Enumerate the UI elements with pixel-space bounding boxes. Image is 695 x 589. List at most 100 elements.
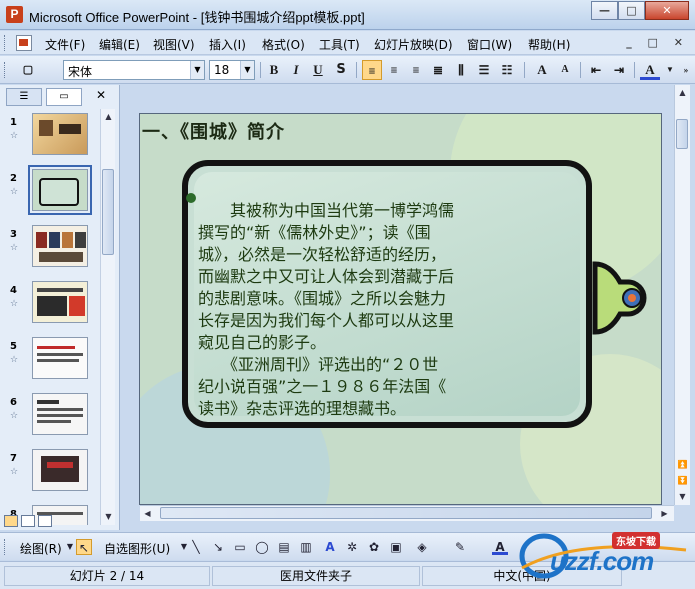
list-item[interactable]: 3 ☆ (4, 225, 98, 280)
increase-indent-icon[interactable]: ⇥ (609, 60, 629, 80)
numbering-icon[interactable]: ☰ (474, 60, 494, 80)
oval-icon[interactable]: ◯ (254, 539, 270, 555)
scroll-thumb[interactable] (102, 169, 114, 255)
line-color-icon[interactable]: ✎ (452, 539, 468, 555)
slide-thumbnail[interactable] (32, 393, 88, 435)
menu-window[interactable]: 窗口(W) (467, 36, 512, 53)
list-item[interactable]: 5 ☆ (4, 337, 98, 392)
picture-icon[interactable]: ▣ (388, 539, 404, 555)
document-icon[interactable] (16, 35, 32, 51)
italic-button[interactable]: I (286, 60, 306, 80)
rectangle-icon[interactable]: ▭ (232, 539, 248, 555)
slide-body-text[interactable]: 其被称为中国当代第一博学鸿儒 撰写的“新《儒林外史》”；读《围 城》，必然是一次… (198, 200, 536, 420)
slides-panel: ☰ ▭ ✕ 1 ☆ 2 ☆ 3 ☆ 4 ☆ 5 ☆ 6 ☆ 7 ☆ ▲ ▼ (0, 85, 120, 530)
distributed-align-icon[interactable]: ≣ (428, 60, 448, 80)
slide-title[interactable]: 一、《围城》简介 (142, 118, 285, 144)
list-item[interactable]: 1 ☆ (4, 113, 98, 168)
textbox-icon[interactable]: ▤ (276, 539, 292, 555)
autoshapes-button[interactable]: 自选图形(U) (104, 540, 170, 557)
menu-help[interactable]: 帮助(H) (528, 36, 570, 53)
minimize-button[interactable]: — (591, 1, 618, 20)
list-item[interactable]: 7 ☆ (4, 449, 98, 504)
slide-vertical-scrollbar[interactable]: ▲ ⏫ ⏬ ▼ (674, 85, 690, 505)
slide-thumbnail-selected[interactable] (28, 165, 92, 215)
fill-color-icon[interactable]: ◈ (414, 539, 430, 555)
menu-insert[interactable]: 插入(I) (209, 36, 246, 53)
slide-number: 3 (10, 229, 17, 240)
slideshow-view-icon[interactable] (38, 515, 52, 527)
menu-file[interactable]: 文件(F) (45, 36, 85, 53)
menu-slideshow[interactable]: 幻灯片放映(D) (374, 36, 453, 53)
shadow-button[interactable]: S (331, 60, 351, 80)
toolbar-grip-handle[interactable] (4, 539, 7, 555)
slide-thumbnail[interactable] (32, 113, 88, 155)
slide-canvas[interactable]: 一、《围城》简介 其被称为中国当代第一博学鸿儒 撰写的“新《儒林外史》”；读《围… (139, 113, 662, 505)
align-center-icon[interactable]: ≡ (384, 60, 404, 80)
toolbar-grip-handle[interactable] (4, 62, 7, 78)
font-size-combo[interactable]: 18 ▼ (209, 60, 255, 80)
increase-font-button[interactable]: A (532, 60, 552, 80)
slide-horizontal-scrollbar[interactable]: ◀ ▶ (140, 505, 674, 521)
previous-slide-icon[interactable]: ⏫ (675, 457, 690, 472)
scroll-thumb[interactable] (676, 119, 688, 149)
close-button[interactable]: ✕ (645, 1, 689, 20)
diagram-icon[interactable]: ✲ (344, 539, 360, 555)
thumbnail-scrollbar[interactable]: ▲ ▼ (100, 109, 115, 525)
menu-tools[interactable]: 工具(T) (319, 36, 360, 53)
menu-grip-handle[interactable] (4, 35, 7, 51)
scroll-up-icon[interactable]: ▲ (675, 85, 690, 100)
scroll-up-icon[interactable]: ▲ (101, 109, 116, 124)
chevron-down-icon[interactable]: ▼ (190, 61, 204, 79)
slide-number: 2 (10, 173, 17, 184)
draw-menu-button[interactable]: 绘图(R) (20, 540, 62, 557)
menu-edit[interactable]: 编辑(E) (99, 36, 140, 53)
new-slide-icon[interactable]: ▢ (18, 60, 38, 80)
menu-view[interactable]: 视图(V) (153, 36, 195, 53)
vertical-textbox-icon[interactable]: ▥ (298, 539, 314, 555)
tab-outline[interactable]: ☰ (6, 88, 42, 106)
slides-icon: ▭ (59, 91, 69, 102)
bullets-icon[interactable]: ☷ (497, 60, 517, 80)
close-panel-button[interactable]: ✕ (96, 88, 106, 102)
line-icon[interactable]: ╲ (188, 539, 204, 555)
scroll-left-icon[interactable]: ◀ (140, 506, 155, 521)
column-align-icon[interactable]: ⫼ (451, 60, 471, 80)
font-name-combo[interactable]: 宋体 ▼ (63, 60, 205, 80)
align-left-icon[interactable]: ≡ (362, 60, 382, 80)
list-item[interactable]: 4 ☆ (4, 281, 98, 336)
align-right-icon[interactable]: ≡ (406, 60, 426, 80)
document-window-controls[interactable]: _ □ ✕ (626, 36, 689, 49)
list-item[interactable]: 6 ☆ (4, 393, 98, 448)
slide-number: 1 (10, 117, 17, 128)
scroll-thumb[interactable] (160, 507, 652, 519)
powerpoint-app-icon[interactable]: P (6, 6, 23, 23)
underline-button[interactable]: U (308, 60, 328, 80)
scroll-down-icon[interactable]: ▼ (675, 489, 690, 504)
scroll-down-icon[interactable]: ▼ (101, 509, 116, 524)
decrease-font-button[interactable]: A (555, 60, 575, 80)
slide-thumbnail-list: 1 ☆ 2 ☆ 3 ☆ 4 ☆ 5 ☆ 6 ☆ 7 ☆ (4, 109, 98, 525)
wordart-icon[interactable]: A (322, 539, 338, 555)
chevron-down-icon[interactable]: ▼ (240, 61, 254, 79)
menu-bar: 文件(F) 编辑(E) 视图(V) 插入(I) 格式(O) 工具(T) 幻灯片放… (0, 31, 695, 55)
slide-thumbnail[interactable] (32, 225, 88, 267)
menu-format[interactable]: 格式(O) (262, 36, 305, 53)
slide-thumbnail[interactable] (32, 449, 88, 491)
arrow-icon[interactable]: ↘ (210, 539, 226, 555)
tab-slides[interactable]: ▭ (46, 88, 82, 106)
normal-view-icon[interactable] (4, 515, 18, 527)
slide-thumbnail[interactable] (32, 281, 88, 323)
bold-button[interactable]: B (264, 60, 284, 80)
slide-sorter-view-icon[interactable] (21, 515, 35, 527)
font-color-button[interactable]: A (640, 60, 660, 80)
maximize-button[interactable]: □ (618, 1, 645, 20)
toolbar-options-icon[interactable]: » (676, 60, 695, 80)
next-slide-icon[interactable]: ⏬ (675, 473, 690, 488)
scroll-right-icon[interactable]: ▶ (657, 506, 672, 521)
list-item[interactable]: 2 ☆ (4, 165, 98, 224)
font-color-icon[interactable]: A (492, 539, 508, 555)
slide-thumbnail[interactable] (32, 337, 88, 379)
select-pointer-icon[interactable]: ↖ (76, 539, 92, 555)
clipart-icon[interactable]: ✿ (366, 539, 382, 555)
decrease-indent-icon[interactable]: ⇤ (586, 60, 606, 80)
